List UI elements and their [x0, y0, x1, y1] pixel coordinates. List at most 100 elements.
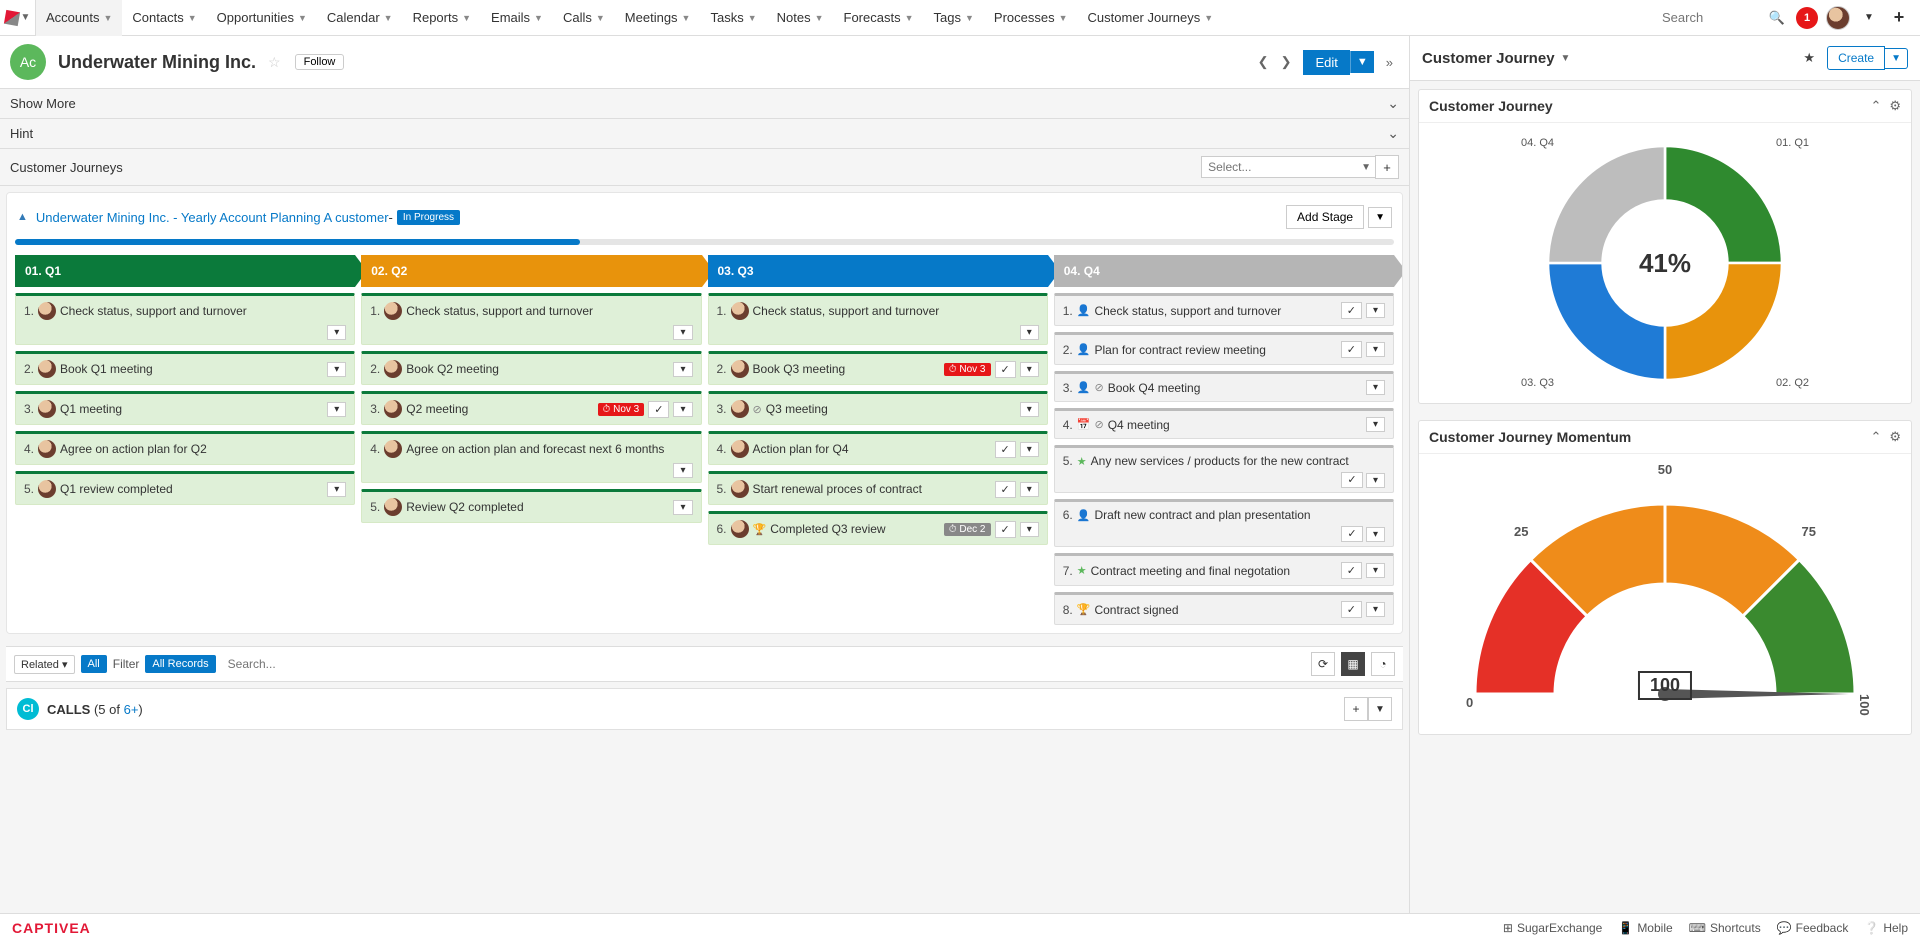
- task-menu-button[interactable]: ▾: [1020, 362, 1039, 377]
- search-icon[interactable]: 🔍: [1766, 7, 1788, 29]
- collapse-icon[interactable]: ▲: [17, 211, 28, 223]
- task-menu-button[interactable]: ▾: [327, 402, 346, 417]
- task-card[interactable]: 4.Agree on action plan for Q2: [15, 431, 355, 465]
- stage-header[interactable]: 01. Q1: [15, 255, 355, 287]
- add-stage-button[interactable]: Add Stage: [1286, 205, 1364, 229]
- task-menu-button[interactable]: ▾: [1366, 417, 1385, 432]
- collapse-icon[interactable]: ⌃: [1870, 429, 1881, 445]
- task-card[interactable]: 1.👤Check status, support and turnover✓▾: [1054, 293, 1394, 326]
- complete-button[interactable]: ✓: [1341, 562, 1362, 579]
- stage-header[interactable]: 03. Q3: [708, 255, 1048, 287]
- task-card[interactable]: 3.Q1 meeting▾: [15, 391, 355, 425]
- task-menu-button[interactable]: ▾: [673, 362, 692, 377]
- task-card[interactable]: 8.🏆Contract signed✓▾: [1054, 592, 1394, 625]
- follow-button[interactable]: Follow: [295, 54, 345, 70]
- gear-icon[interactable]: ⚙: [1889, 429, 1901, 445]
- task-card[interactable]: 1.Check status, support and turnover▾: [15, 293, 355, 345]
- task-card[interactable]: 5.Q1 review completed▾: [15, 471, 355, 505]
- nav-item-notes[interactable]: Notes▼: [767, 0, 834, 36]
- task-menu-button[interactable]: ▾: [673, 325, 692, 340]
- complete-button[interactable]: ✓: [995, 441, 1016, 458]
- task-card[interactable]: 2.Book Q1 meeting▾: [15, 351, 355, 385]
- nav-item-reports[interactable]: Reports▼: [403, 0, 481, 36]
- hint-panel[interactable]: Hint ⌄: [0, 119, 1409, 149]
- task-card[interactable]: 2.👤Plan for contract review meeting✓▾: [1054, 332, 1394, 365]
- create-call-button[interactable]: +: [1344, 697, 1368, 721]
- task-menu-button[interactable]: ▾: [1020, 522, 1039, 537]
- task-menu-button[interactable]: ▾: [673, 463, 692, 478]
- task-card[interactable]: 2.Book Q2 meeting▾: [361, 351, 701, 385]
- task-menu-button[interactable]: ▾: [1366, 527, 1385, 542]
- columns-icon[interactable]: ▦: [1341, 652, 1365, 676]
- task-menu-button[interactable]: ▾: [1020, 402, 1039, 417]
- task-menu-button[interactable]: ▾: [1366, 380, 1385, 395]
- nav-item-processes[interactable]: Processes▼: [984, 0, 1078, 36]
- filter-all-records-chip[interactable]: All Records: [145, 655, 215, 673]
- footer-link-sugarexchange[interactable]: ⊞ SugarExchange: [1503, 921, 1602, 935]
- task-card[interactable]: 6.🏆Completed Q3 review⏱ Dec 2✓▾: [708, 511, 1048, 545]
- footer-link-shortcuts[interactable]: ⌨ Shortcuts: [1689, 921, 1761, 935]
- nav-item-calendar[interactable]: Calendar▼: [317, 0, 403, 36]
- notification-badge[interactable]: 1: [1796, 7, 1818, 29]
- gear-icon[interactable]: ⚙: [1889, 98, 1901, 114]
- stage-menu-button[interactable]: ▼: [1368, 207, 1392, 228]
- nav-item-tags[interactable]: Tags▼: [924, 0, 984, 36]
- footer-link-feedback[interactable]: 💬 Feedback: [1777, 921, 1849, 935]
- edit-dropdown-button[interactable]: ▼: [1350, 51, 1374, 73]
- task-menu-button[interactable]: ▾: [673, 402, 692, 417]
- task-menu-button[interactable]: ▾: [1020, 325, 1039, 340]
- user-avatar[interactable]: [1826, 6, 1850, 30]
- quick-create-icon[interactable]: +: [1888, 7, 1910, 29]
- complete-button[interactable]: ✓: [1341, 472, 1362, 488]
- task-card[interactable]: 2.Book Q3 meeting⏱ Nov 3✓▾: [708, 351, 1048, 385]
- related-dropdown[interactable]: Related ▾: [14, 655, 75, 674]
- complete-button[interactable]: ✓: [1341, 302, 1362, 319]
- calls-menu-button[interactable]: ▼: [1368, 697, 1392, 721]
- complete-button[interactable]: ✓: [1341, 341, 1362, 358]
- task-menu-button[interactable]: ▾: [327, 362, 346, 377]
- nav-item-calls[interactable]: Calls▼: [553, 0, 615, 36]
- complete-button[interactable]: ✓: [1341, 601, 1362, 618]
- task-menu-button[interactable]: ▾: [1020, 482, 1039, 497]
- task-menu-button[interactable]: ▾: [1020, 442, 1039, 457]
- task-menu-button[interactable]: ▾: [1366, 303, 1385, 318]
- sidebar-toggle-icon[interactable]: »: [1380, 50, 1399, 75]
- task-menu-button[interactable]: ▾: [1366, 602, 1385, 617]
- related-search-input[interactable]: [222, 654, 1305, 674]
- task-card[interactable]: 4.Action plan for Q4✓▾: [708, 431, 1048, 465]
- complete-button[interactable]: ✓: [648, 401, 669, 418]
- task-menu-button[interactable]: ▾: [1366, 563, 1385, 578]
- nav-item-meetings[interactable]: Meetings▼: [615, 0, 701, 36]
- edit-button[interactable]: Edit: [1303, 50, 1349, 75]
- task-card[interactable]: 5.Start renewal proces of contract✓▾: [708, 471, 1048, 505]
- journey-link[interactable]: Underwater Mining Inc. - Yearly Account …: [36, 210, 389, 225]
- task-card[interactable]: 1.Check status, support and turnover▾: [361, 293, 701, 345]
- task-card[interactable]: 5.★Any new services / products for the n…: [1054, 445, 1394, 493]
- next-record-button[interactable]: ❯: [1275, 50, 1298, 74]
- footer-link-mobile[interactable]: 📱 Mobile: [1618, 921, 1672, 935]
- refresh-icon[interactable]: ⟳: [1311, 652, 1335, 676]
- app-logo[interactable]: ▼: [0, 0, 36, 36]
- favorite-star-icon[interactable]: ☆: [268, 54, 281, 71]
- activity-stream-icon[interactable]: ◔: [1371, 652, 1395, 676]
- complete-button[interactable]: ✓: [995, 361, 1016, 378]
- task-card[interactable]: 6.👤Draft new contract and plan presentat…: [1054, 499, 1394, 547]
- task-menu-button[interactable]: ▾: [327, 325, 346, 340]
- task-menu-button[interactable]: ▾: [1366, 342, 1385, 357]
- create-dropdown-button[interactable]: ▼: [1885, 48, 1908, 69]
- complete-button[interactable]: ✓: [995, 521, 1016, 538]
- calls-subpanel[interactable]: Cl CALLS (5 of 6+) + ▼: [6, 688, 1403, 730]
- chevron-down-icon[interactable]: ▼: [1561, 53, 1571, 64]
- task-menu-button[interactable]: ▾: [1366, 473, 1385, 488]
- footer-link-help[interactable]: ❔ Help: [1864, 921, 1908, 935]
- collapse-icon[interactable]: ⌃: [1870, 98, 1881, 114]
- nav-item-accounts[interactable]: Accounts▼: [36, 0, 122, 36]
- global-search-input[interactable]: [1658, 6, 1758, 29]
- prev-record-button[interactable]: ❮: [1252, 50, 1275, 74]
- task-card[interactable]: 4.📅⊘Q4 meeting▾: [1054, 408, 1394, 439]
- task-card[interactable]: 7.★Contract meeting and final negotation…: [1054, 553, 1394, 586]
- favorite-star-icon[interactable]: ★: [1803, 50, 1815, 66]
- add-journey-button[interactable]: +: [1375, 155, 1399, 179]
- filter-all-chip[interactable]: All: [81, 655, 107, 673]
- nav-item-forecasts[interactable]: Forecasts▼: [834, 0, 924, 36]
